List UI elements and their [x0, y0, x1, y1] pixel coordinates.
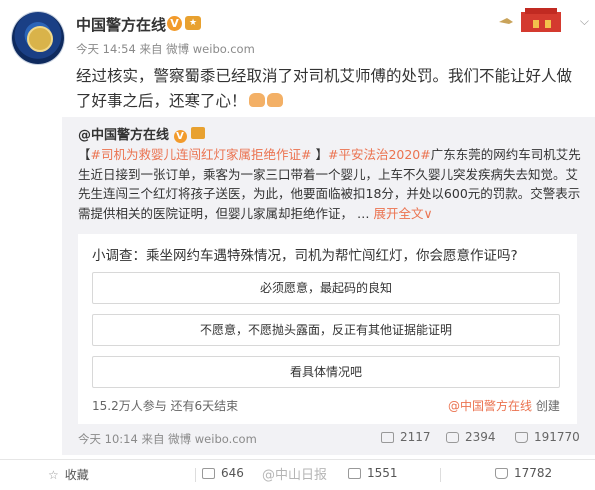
comment-count: 2394: [465, 430, 496, 444]
avatar[interactable]: [12, 12, 64, 64]
divider: [195, 468, 196, 482]
divider: [0, 459, 595, 460]
poll-option[interactable]: 不愿意，不愿抛头露面，反正有其他证据能证明: [92, 314, 560, 346]
expand-link[interactable]: 展开全文∨: [373, 206, 432, 221]
verified-icon: V: [167, 16, 182, 31]
repost-meta[interactable]: 今天 10:14 来自 微博 weibo.com: [78, 431, 257, 447]
post-text-body: 经过核实，警察蜀黍已经取消了对司机艾师傅的处罚。我们不能让好人做了好事之后，还寒…: [76, 67, 573, 110]
pray-emoji-icon: [248, 93, 265, 107]
verified-icon: V: [173, 130, 187, 143]
star-icon: ☆: [48, 468, 59, 482]
police-emblem-icon: [27, 26, 53, 52]
poll-creator-link[interactable]: @中国警方在线: [448, 399, 532, 413]
repost-author-name[interactable]: @中国警方在线: [78, 128, 169, 143]
forward-count: 646: [221, 466, 244, 480]
author-name[interactable]: 中国警方在线: [76, 14, 166, 35]
pray-emoji-icon: [266, 93, 283, 107]
forward-icon: [202, 468, 215, 479]
comment-count: 1551: [367, 466, 398, 480]
like-count: 17782: [514, 466, 553, 480]
forward-button[interactable]: 646: [202, 466, 244, 480]
member-badge-icon: [191, 127, 206, 139]
decoration-banner-icon: [491, 8, 569, 34]
expand-label[interactable]: 展开全文: [373, 206, 423, 221]
bracket-close: 】: [315, 147, 328, 162]
poll-option[interactable]: 看具体情况吧: [92, 356, 560, 388]
post-text: 经过核实，警察蜀黍已经取消了对司机艾师傅的处罚。我们不能让好人做了好事之后，还寒…: [76, 64, 581, 114]
forward-icon: [381, 432, 394, 443]
poll-question: 小调查：乘坐网约车遇特殊情况，司机为帮忙闯红灯，你会愿意作证吗?: [92, 248, 518, 264]
repost-text: 【#司机为救婴儿连闯红灯家属拒绝作证# 】#平安法治2020#广东东莞的网约车司…: [78, 145, 581, 223]
comment-icon: [446, 432, 459, 443]
watermark: @中山日报: [262, 468, 328, 483]
poll-stats: 15.2万人参与 还有6天结束: [92, 399, 239, 413]
repost-like-button[interactable]: 191770: [515, 430, 580, 444]
topic-link[interactable]: #平安法治2020#: [328, 147, 431, 162]
poll-option[interactable]: 必须愿意，最起码的良知: [92, 272, 560, 304]
member-badge-icon: ★: [185, 16, 201, 30]
forward-count: 2117: [400, 430, 431, 444]
thumbs-up-icon: [495, 468, 508, 479]
chevron-down-icon[interactable]: ⌵: [580, 14, 589, 29]
favorite-button[interactable]: ☆ 收藏: [48, 466, 89, 483]
comment-icon: [348, 468, 361, 479]
favorite-label: 收藏: [64, 468, 89, 482]
bracket-open: 【: [78, 147, 91, 162]
comment-button[interactable]: 1551: [348, 466, 398, 480]
repost-comment-button[interactable]: 2394: [446, 430, 496, 444]
repost-author[interactable]: @中国警方在线 V: [78, 124, 206, 143]
repost-forward-button[interactable]: 2117: [381, 430, 431, 444]
divider: [440, 468, 441, 482]
thumbs-up-icon: [515, 432, 528, 443]
topic-link[interactable]: #司机为救婴儿连闯红灯家属拒绝作证#: [91, 147, 312, 162]
poll-credit: @中国警方在线 创建: [448, 397, 560, 414]
poll-creator-suffix: 创建: [532, 399, 560, 413]
like-button[interactable]: 17782: [495, 466, 552, 480]
like-count: 191770: [534, 430, 580, 444]
post-meta[interactable]: 今天 14:54 来自 微博 weibo.com: [76, 41, 255, 57]
